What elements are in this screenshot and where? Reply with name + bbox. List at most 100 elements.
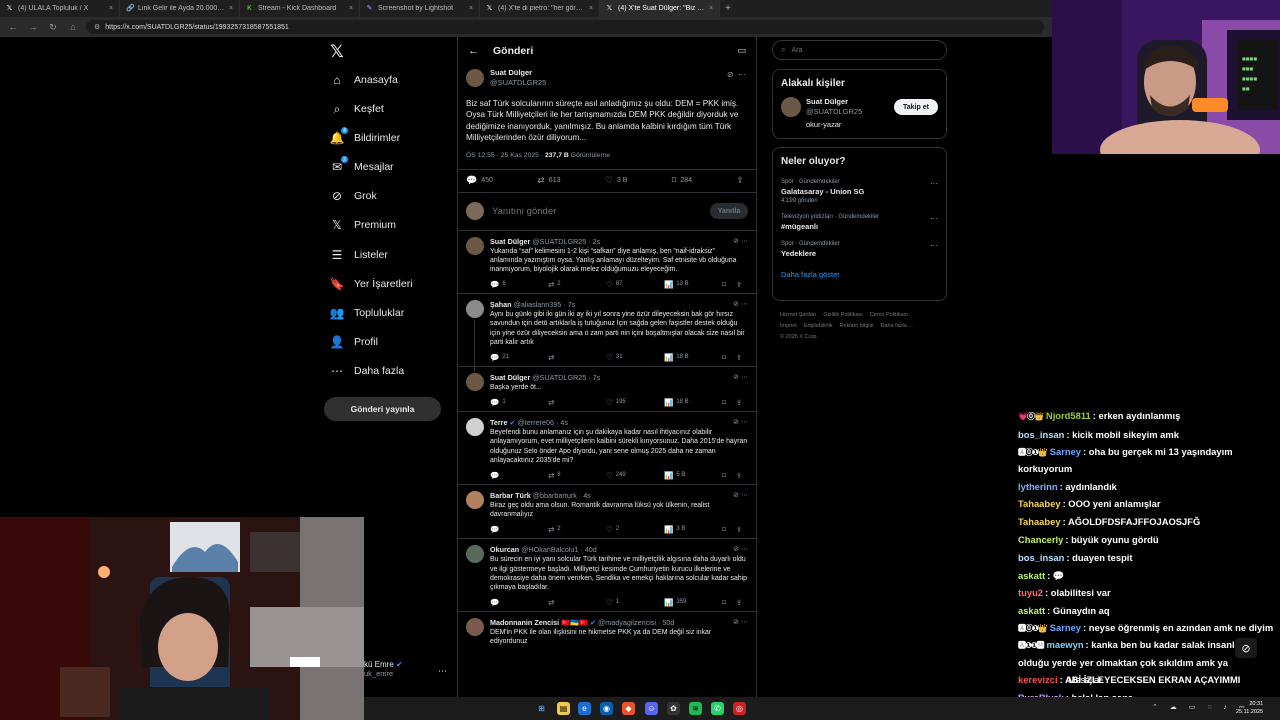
grok-icon[interactable]: ⊘ xyxy=(733,546,739,553)
author-name[interactable]: Suat Dülger xyxy=(490,68,546,78)
reply-menu[interactable]: ⊘ ⋯ xyxy=(733,373,748,381)
related-name[interactable]: Suat Dülger xyxy=(806,97,862,107)
nav-item-1[interactable]: ⌂ Anasayfa xyxy=(330,70,397,90)
post-button[interactable]: Gönderi yayınla xyxy=(324,397,441,421)
reply-submit-button[interactable]: Yanıtla xyxy=(710,203,748,220)
system-tray[interactable]: ⌃ ☁ ▭ ◌ ♪ ⎓ xyxy=(1152,703,1249,712)
share-button[interactable]: ⇪ xyxy=(736,175,748,186)
share-button[interactable]: ⇪ xyxy=(736,598,746,607)
account-more-icon[interactable]: ⋯ xyxy=(438,666,447,677)
trend-item[interactable]: Spor · Gündemdekiler Yedeklere ⋯ xyxy=(773,235,946,262)
nav-item-5[interactable]: ⊘ Grok xyxy=(330,186,377,206)
like-button[interactable]: ♡ 195 xyxy=(606,398,664,407)
reload-icon[interactable]: ↻ xyxy=(46,20,60,34)
url-field[interactable]: ⚙ https://x.com/SUATDLGR25/status/199325… xyxy=(86,20,1044,34)
avatar[interactable] xyxy=(466,545,484,564)
author-handle[interactable]: @SUATDLGR25 xyxy=(490,78,546,88)
reply-author-handle[interactable]: @SUATDLGR25 · 2s xyxy=(532,237,600,246)
chat-username[interactable]: bos_insan xyxy=(1018,552,1064,563)
repost-button[interactable]: ⇄ 2 xyxy=(548,525,606,534)
more-icon[interactable]: ⋯ xyxy=(930,179,938,188)
nav-item-7[interactable]: ☰ Listeler xyxy=(330,245,388,265)
repost-button[interactable]: ⇄ xyxy=(548,598,606,607)
nav-item-11[interactable]: ⋯ Daha fazla xyxy=(330,361,404,381)
repost-button[interactable]: ⇄ xyxy=(548,353,606,362)
nav-item-10[interactable]: 👤 Profil xyxy=(330,332,378,352)
browser-tab[interactable]: K Stream - Kick Dashboard × xyxy=(240,0,360,17)
post-time[interactable]: ÖS 12:55 · 25 Kas 2025 · xyxy=(466,152,543,159)
close-icon[interactable]: × xyxy=(589,5,593,12)
edge-icon[interactable]: e xyxy=(578,702,591,715)
close-icon[interactable]: × xyxy=(109,5,113,12)
grok-icon[interactable]: ⊘ xyxy=(727,70,734,79)
whatsapp-icon[interactable]: ✆ xyxy=(711,702,724,715)
reply-author-handle[interactable]: @madyagilzencisi · 50d xyxy=(598,618,674,627)
reply-menu[interactable]: ⊘ ⋯ xyxy=(733,545,748,553)
more-icon[interactable]: ⋯ xyxy=(930,241,938,250)
share-button[interactable]: ⇪ xyxy=(736,353,746,362)
share-button[interactable]: ⇪ xyxy=(736,471,746,480)
chat-username[interactable]: Sarney xyxy=(1050,622,1081,633)
more-icon[interactable]: ⋯ xyxy=(741,619,748,626)
share-button[interactable]: ⇪ xyxy=(736,525,746,534)
like-button[interactable]: ♡ 2 xyxy=(606,525,664,534)
avatar[interactable] xyxy=(466,373,484,392)
reply-author-handle[interactable]: @HOkanBalcolu1 · 40d xyxy=(521,545,597,554)
more-icon[interactable]: ⋯ xyxy=(741,492,748,499)
grok-icon[interactable]: ⊘ xyxy=(733,238,739,245)
chat-username[interactable]: kerevizci xyxy=(1018,674,1058,685)
footer-link[interactable]: Daha fazla ... xyxy=(880,323,912,329)
like-button[interactable]: ♡ 31 xyxy=(606,353,664,362)
spotify-icon[interactable]: ≋ xyxy=(689,702,702,715)
share-button[interactable]: ⇪ xyxy=(736,398,746,407)
grok-icon[interactable]: ⊘ xyxy=(733,492,739,499)
site-info-icon[interactable]: ⚙ xyxy=(94,23,100,31)
browser-tab[interactable]: 𝕏 (4) ULALA Topluluk / X × xyxy=(0,0,120,17)
reply-menu[interactable]: ⊘ ⋯ xyxy=(733,237,748,245)
reply-author-name[interactable]: Madonnanin Zencisi 🇹🇷🇺🇦🇹🇷 xyxy=(490,618,588,627)
reply-input[interactable]: Yanıtını gönder xyxy=(492,206,710,217)
show-more-link[interactable]: Daha fazla göster xyxy=(773,262,946,289)
taskbar-clock[interactable]: 20:31 25.11.2025 xyxy=(1236,700,1263,716)
footer-link[interactable]: Imprint xyxy=(780,323,797,329)
avatar[interactable] xyxy=(466,236,484,255)
messages-overlay-label[interactable]: Mesajlar xyxy=(1068,675,1102,685)
nav-item-9[interactable]: 👥 Topluluklar xyxy=(330,303,405,323)
post-author[interactable]: Suat Dülger @SUATDLGR25 xyxy=(466,68,748,88)
reply-menu[interactable]: ⊘ ⋯ xyxy=(733,491,748,499)
reply-button[interactable]: 💬 xyxy=(490,471,548,480)
start-menu-icon[interactable]: ⊞ xyxy=(535,702,548,715)
reply-author-handle[interactable]: @aliaslann395 · 7s xyxy=(514,300,576,309)
grok-icon[interactable]: ⊘ xyxy=(733,374,739,381)
footer-link[interactable]: Çerez Politikası xyxy=(870,312,908,318)
bookmark-button[interactable]: ⌑ xyxy=(722,471,736,480)
avatar[interactable] xyxy=(781,97,801,117)
views-button[interactable]: 📊 3 B xyxy=(664,525,722,534)
chat-username[interactable]: Njord5811 xyxy=(1046,410,1091,421)
chat-username[interactable]: Sarney xyxy=(1050,446,1081,457)
reply-button[interactable]: 💬 xyxy=(490,525,548,534)
like-button[interactable]: ♡ 87 xyxy=(606,280,664,289)
reply-button[interactable]: 💬 1 xyxy=(490,398,548,407)
forward-arrow-icon[interactable]: → xyxy=(26,20,40,34)
chat-username[interactable]: askatt xyxy=(1018,605,1045,616)
reply-menu[interactable]: ⊘ ⋯ xyxy=(733,418,748,426)
browser-tab[interactable]: 🔗Link Gelir ile Ayda 20.000 TL Kazan × xyxy=(120,0,240,17)
related-person[interactable]: Suat Dülger @SUATDLGR25 okur-yazar Takip… xyxy=(773,89,946,138)
more-icon[interactable]: ⋯ xyxy=(741,238,748,245)
reader-view-icon[interactable]: ▭ xyxy=(737,45,746,56)
chat-username[interactable]: Chancerly xyxy=(1018,534,1063,545)
reply-author-name[interactable]: Suat Dülger xyxy=(490,373,530,382)
close-icon[interactable]: × xyxy=(709,5,713,12)
home-icon[interactable]: ⌂ xyxy=(66,20,80,34)
footer-link[interactable]: Erişilebilirlik xyxy=(804,323,833,329)
chat-username[interactable]: maewyn xyxy=(1047,639,1084,650)
account-switcher[interactable]: kü Emre ✔ uk_emre xyxy=(364,660,403,678)
reply-author-handle[interactable]: @terrere06 · 4s xyxy=(517,418,567,427)
search-input[interactable]: ⌕ Ara xyxy=(772,40,947,60)
avatar[interactable] xyxy=(466,418,484,437)
follow-button[interactable]: Takip et xyxy=(894,99,938,115)
back-arrow-icon[interactable]: ← xyxy=(6,20,20,34)
more-icon[interactable]: ⋯ xyxy=(741,301,748,308)
nav-item-3[interactable]: 🔔 4 Bildirimler xyxy=(330,127,400,148)
